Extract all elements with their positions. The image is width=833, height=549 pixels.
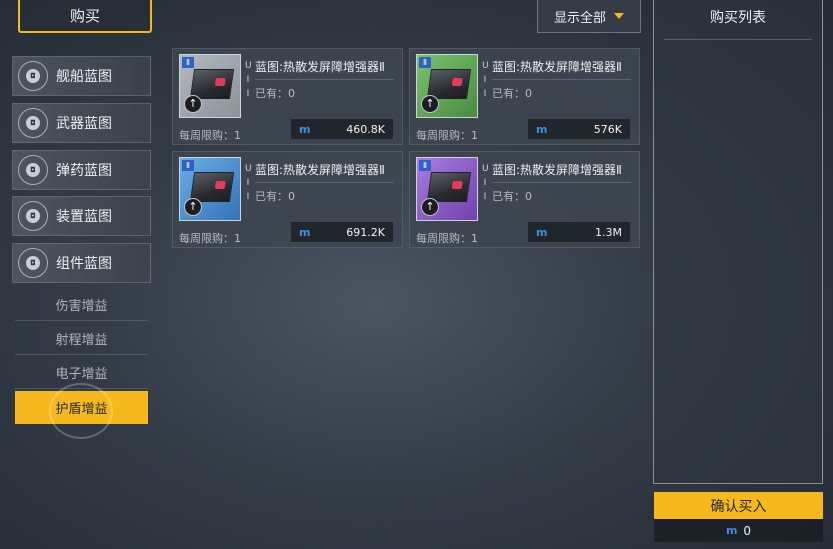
price-tag: m 576K bbox=[528, 119, 630, 139]
chip-icon bbox=[189, 172, 235, 202]
divider bbox=[492, 182, 631, 183]
item-card[interactable]: Ⅱ ↑ U I I 蓝图:热散发屏障增强器Ⅱ 已有：0 每周限购：1 m 1.3… bbox=[409, 151, 640, 248]
tier-badge: Ⅱ bbox=[182, 57, 194, 68]
side-tag: U I I bbox=[245, 164, 252, 202]
category-ship-blueprint[interactable]: ◘ 舰船蓝图 bbox=[12, 56, 151, 96]
category-label: 弹药蓝图 bbox=[56, 163, 112, 179]
subcategory-range-boost[interactable]: 射程增益 bbox=[15, 322, 148, 355]
filter-dropdown[interactable]: 显示全部 bbox=[537, 0, 641, 33]
price-value: 1.3M bbox=[595, 225, 622, 239]
currency-icon: m bbox=[536, 225, 548, 239]
owned-count: 已有：0 bbox=[255, 190, 295, 203]
currency-icon: m bbox=[299, 122, 311, 136]
item-thumbnail: Ⅱ ↑ bbox=[416, 157, 478, 221]
chip-icon bbox=[426, 69, 472, 99]
item-name: 蓝图:热散发屏障增强器Ⅱ bbox=[255, 163, 385, 177]
item-thumbnail: Ⅱ ↑ bbox=[416, 54, 478, 118]
side-tag: U I I bbox=[482, 61, 489, 99]
side-tag: U I I bbox=[482, 164, 489, 202]
weekly-limit: 每周限购：1 bbox=[416, 232, 478, 245]
currency-icon: m bbox=[536, 122, 548, 136]
confirm-buy-button[interactable]: 确认买入 bbox=[654, 492, 823, 519]
item-name: 蓝图:热散发屏障增强器Ⅱ bbox=[492, 163, 622, 177]
owned-count: 已有：0 bbox=[492, 87, 532, 100]
item-card[interactable]: Ⅱ ↑ U I I 蓝图:热散发屏障增强器Ⅱ 已有：0 每周限购：1 m 576… bbox=[409, 48, 640, 145]
upgrade-arrow-icon: ↑ bbox=[184, 198, 202, 216]
cart-total-value: 0 bbox=[743, 523, 752, 538]
weapon-icon: ◘ bbox=[18, 108, 48, 138]
upgrade-arrow-icon: ↑ bbox=[421, 198, 439, 216]
weekly-limit: 每周限购：1 bbox=[179, 129, 241, 142]
price-value: 460.8K bbox=[346, 122, 385, 136]
divider bbox=[492, 79, 631, 80]
category-component-blueprint[interactable]: ◘ 组件蓝图 bbox=[12, 243, 151, 283]
category-label: 武器蓝图 bbox=[56, 116, 112, 132]
currency-icon: m bbox=[725, 524, 738, 537]
category-label: 装置蓝图 bbox=[56, 209, 112, 225]
category-weapon-blueprint[interactable]: ◘ 武器蓝图 bbox=[12, 103, 151, 143]
divider bbox=[255, 79, 394, 80]
price-value: 691.2K bbox=[346, 225, 385, 239]
currency-icon: m bbox=[299, 225, 311, 239]
subcategory-damage-boost[interactable]: 伤害增益 bbox=[15, 288, 148, 321]
item-thumbnail: Ⅱ ↑ bbox=[179, 54, 241, 118]
item-name: 蓝图:热散发屏障增强器Ⅱ bbox=[492, 60, 622, 74]
ammo-icon: ◘ bbox=[18, 155, 48, 185]
item-card[interactable]: Ⅱ ↑ U I I 蓝图:热散发屏障增强器Ⅱ 已有：0 每周限购：1 m 691… bbox=[172, 151, 403, 248]
category-device-blueprint[interactable]: ◘ 装置蓝图 bbox=[12, 196, 151, 236]
price-value: 576K bbox=[593, 122, 622, 136]
tier-badge: Ⅱ bbox=[182, 160, 194, 171]
buy-tab[interactable]: 购买 bbox=[18, 0, 152, 33]
component-icon: ◘ bbox=[18, 248, 48, 278]
weekly-limit: 每周限购：1 bbox=[416, 129, 478, 142]
price-tag: m 1.3M bbox=[528, 222, 630, 242]
item-card[interactable]: Ⅱ ↑ U I I 蓝图:热散发屏障增强器Ⅱ 已有：0 每周限购：1 m 460… bbox=[172, 48, 403, 145]
upgrade-arrow-icon: ↑ bbox=[421, 95, 439, 113]
owned-count: 已有：0 bbox=[492, 190, 532, 203]
filter-label: 显示全部 bbox=[553, 10, 606, 26]
category-label: 舰船蓝图 bbox=[56, 69, 112, 85]
owned-count: 已有：0 bbox=[255, 87, 295, 100]
purchase-list-panel: 购买列表 bbox=[653, 0, 823, 484]
ship-icon: ◘ bbox=[18, 61, 48, 91]
tier-badge: Ⅱ bbox=[419, 57, 431, 68]
category-label: 组件蓝图 bbox=[56, 256, 112, 272]
purchase-list-title: 购买列表 bbox=[664, 0, 812, 40]
upgrade-arrow-icon: ↑ bbox=[184, 95, 202, 113]
item-thumbnail: Ⅱ ↑ bbox=[179, 157, 241, 221]
chevron-down-icon bbox=[614, 13, 624, 19]
item-name: 蓝图:热散发屏障增强器Ⅱ bbox=[255, 60, 385, 74]
cart-total: m 0 bbox=[654, 519, 823, 542]
price-tag: m 460.8K bbox=[291, 119, 393, 139]
price-tag: m 691.2K bbox=[291, 222, 393, 242]
device-icon: ◘ bbox=[18, 201, 48, 231]
tier-badge: Ⅱ bbox=[419, 160, 431, 171]
category-ammo-blueprint[interactable]: ◘ 弹药蓝图 bbox=[12, 150, 151, 190]
divider bbox=[255, 182, 394, 183]
chip-icon bbox=[189, 69, 235, 99]
subcategory-shield-boost[interactable]: 护盾增益 bbox=[15, 391, 148, 424]
side-tag: U I I bbox=[245, 61, 252, 99]
subcategory-electronic-boost[interactable]: 电子增益 bbox=[15, 356, 148, 389]
chip-icon bbox=[426, 172, 472, 202]
weekly-limit: 每周限购：1 bbox=[179, 232, 241, 245]
